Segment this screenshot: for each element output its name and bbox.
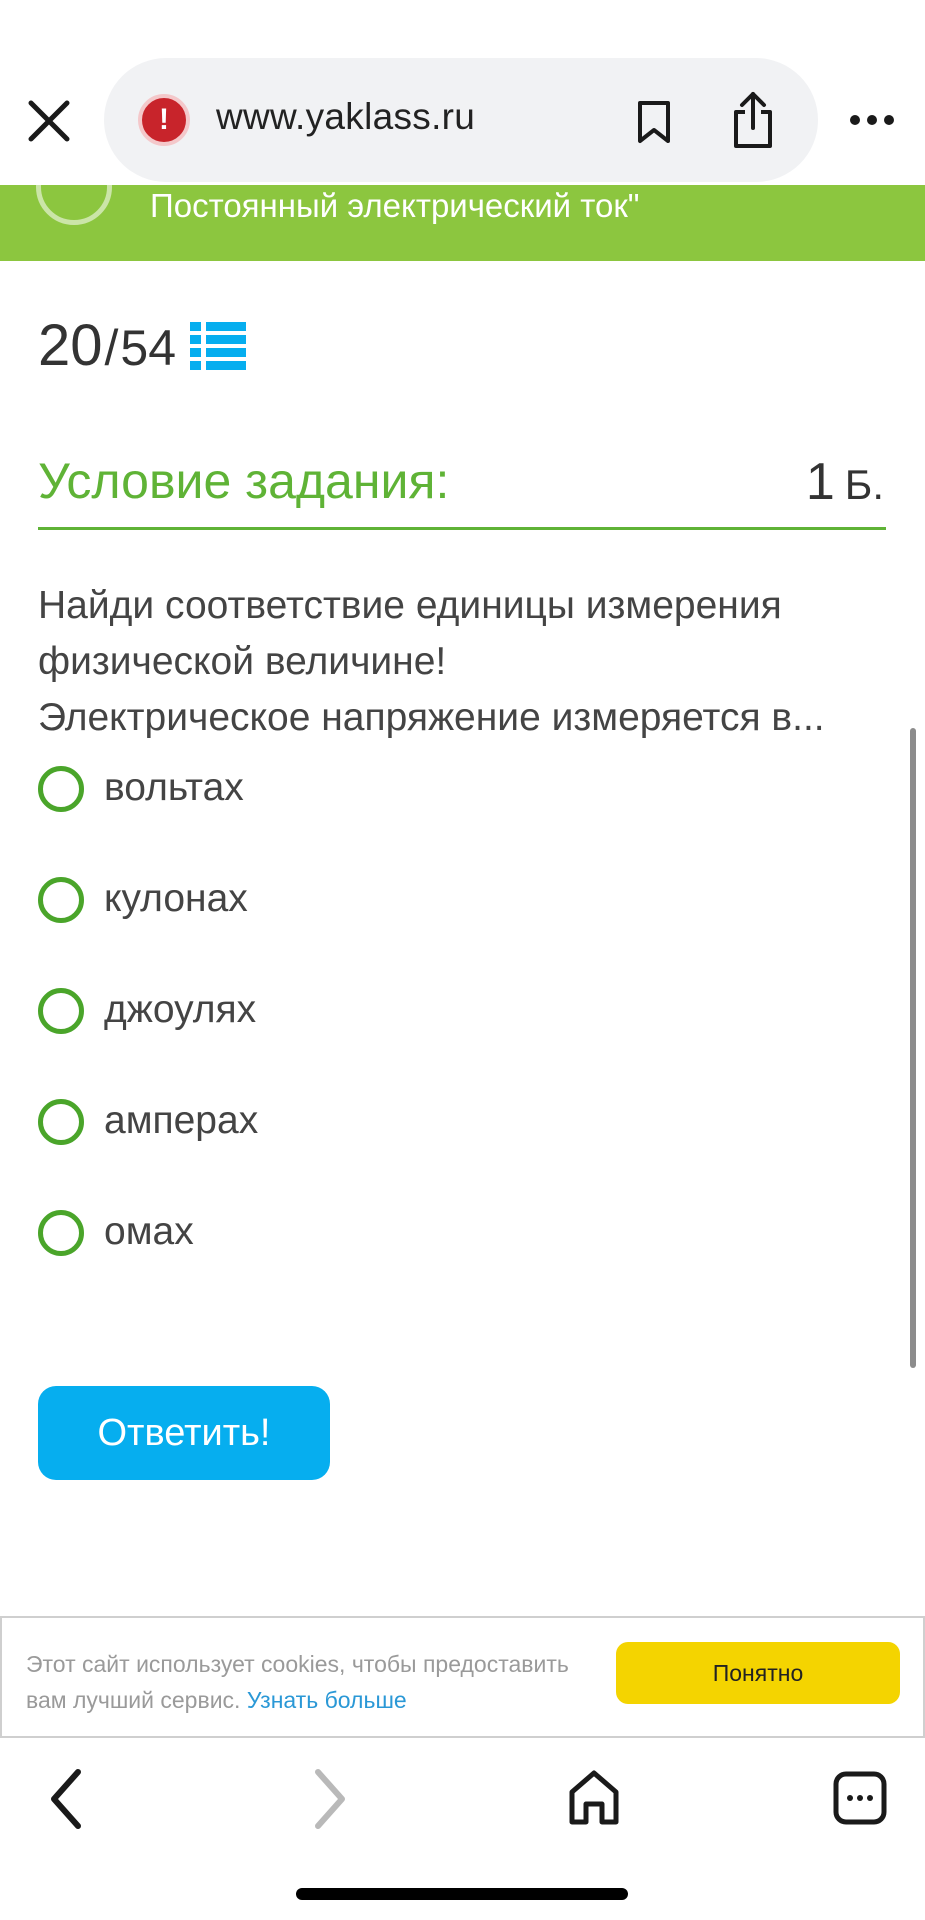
question-line: Найди соответствие единицы измерения <box>38 584 782 627</box>
page: ! www.yaklass.ru Постоянный электрически… <box>0 0 925 1920</box>
answer-option[interactable]: джоулях <box>38 986 858 1097</box>
cookie-banner: Этот сайт использует cookies, чтобы пред… <box>0 1616 925 1738</box>
question-line: Электрическое напряжение измеряется в... <box>38 696 825 739</box>
radio-button[interactable] <box>38 877 84 923</box>
learn-more-link[interactable]: Узнать больше <box>247 1687 407 1713</box>
scrollbar[interactable] <box>910 728 916 1368</box>
option-label[interactable]: кулонах <box>104 877 248 921</box>
radio-button[interactable] <box>38 1210 84 1256</box>
home-indicator <box>296 1888 628 1900</box>
submit-answer-button[interactable]: Ответить! <box>38 1386 330 1480</box>
more-icon[interactable] <box>848 112 896 128</box>
task-title: Условие задания: <box>38 453 450 509</box>
home-icon[interactable] <box>566 1768 622 1828</box>
answer-option[interactable]: амперах <box>38 1097 858 1208</box>
warning-icon[interactable]: ! <box>138 94 190 146</box>
back-arrow-icon[interactable] <box>36 185 112 225</box>
answer-options: вольтах кулонах джоулях амперах омах <box>38 764 858 1319</box>
option-label[interactable]: вольтах <box>104 766 244 810</box>
back-icon[interactable] <box>44 1764 88 1834</box>
task-header: Условие задания: 1 Б. <box>38 440 886 530</box>
counter-separator: / <box>104 320 119 376</box>
tabs-icon[interactable] <box>832 1770 888 1826</box>
task-counter: 20 / 54 <box>38 312 176 379</box>
close-icon[interactable] <box>26 98 72 144</box>
topic-strip: Постоянный электрический ток" <box>0 185 925 261</box>
answer-option[interactable]: кулонах <box>38 875 858 986</box>
points-unit: Б. <box>844 461 884 508</box>
option-label[interactable]: амперах <box>104 1099 258 1143</box>
question-line: физической величине! <box>38 640 447 683</box>
points-value: 1 <box>805 453 835 511</box>
answer-option[interactable]: вольтах <box>38 764 858 875</box>
address-bar[interactable]: ! www.yaklass.ru <box>104 58 818 182</box>
task-points: 1 Б. <box>806 452 884 512</box>
bookmark-icon[interactable] <box>634 100 674 144</box>
option-label[interactable]: джоулях <box>104 988 256 1032</box>
cookie-text: Этот сайт использует cookies, чтобы пред… <box>26 1646 606 1718</box>
question-text: Найди соответствие единицы измерения физ… <box>38 578 888 746</box>
browser-toolbar: ! www.yaklass.ru <box>0 0 925 185</box>
counter-total: 54 <box>120 320 177 376</box>
radio-button[interactable] <box>38 1099 84 1145</box>
cookie-accept-button[interactable]: Понятно <box>616 1642 900 1704</box>
bottom-navigation <box>0 1740 925 1920</box>
forward-icon[interactable] <box>308 1764 352 1834</box>
topic-title: Постоянный электрический ток" <box>150 187 640 224</box>
radio-button[interactable] <box>38 766 84 812</box>
option-label[interactable]: омах <box>104 1210 194 1254</box>
url-text[interactable]: www.yaklass.ru <box>216 96 475 138</box>
share-icon[interactable] <box>728 90 778 150</box>
list-icon[interactable] <box>190 322 246 370</box>
radio-button[interactable] <box>38 988 84 1034</box>
answer-option[interactable]: омах <box>38 1208 858 1319</box>
counter-current: 20 <box>38 313 103 378</box>
